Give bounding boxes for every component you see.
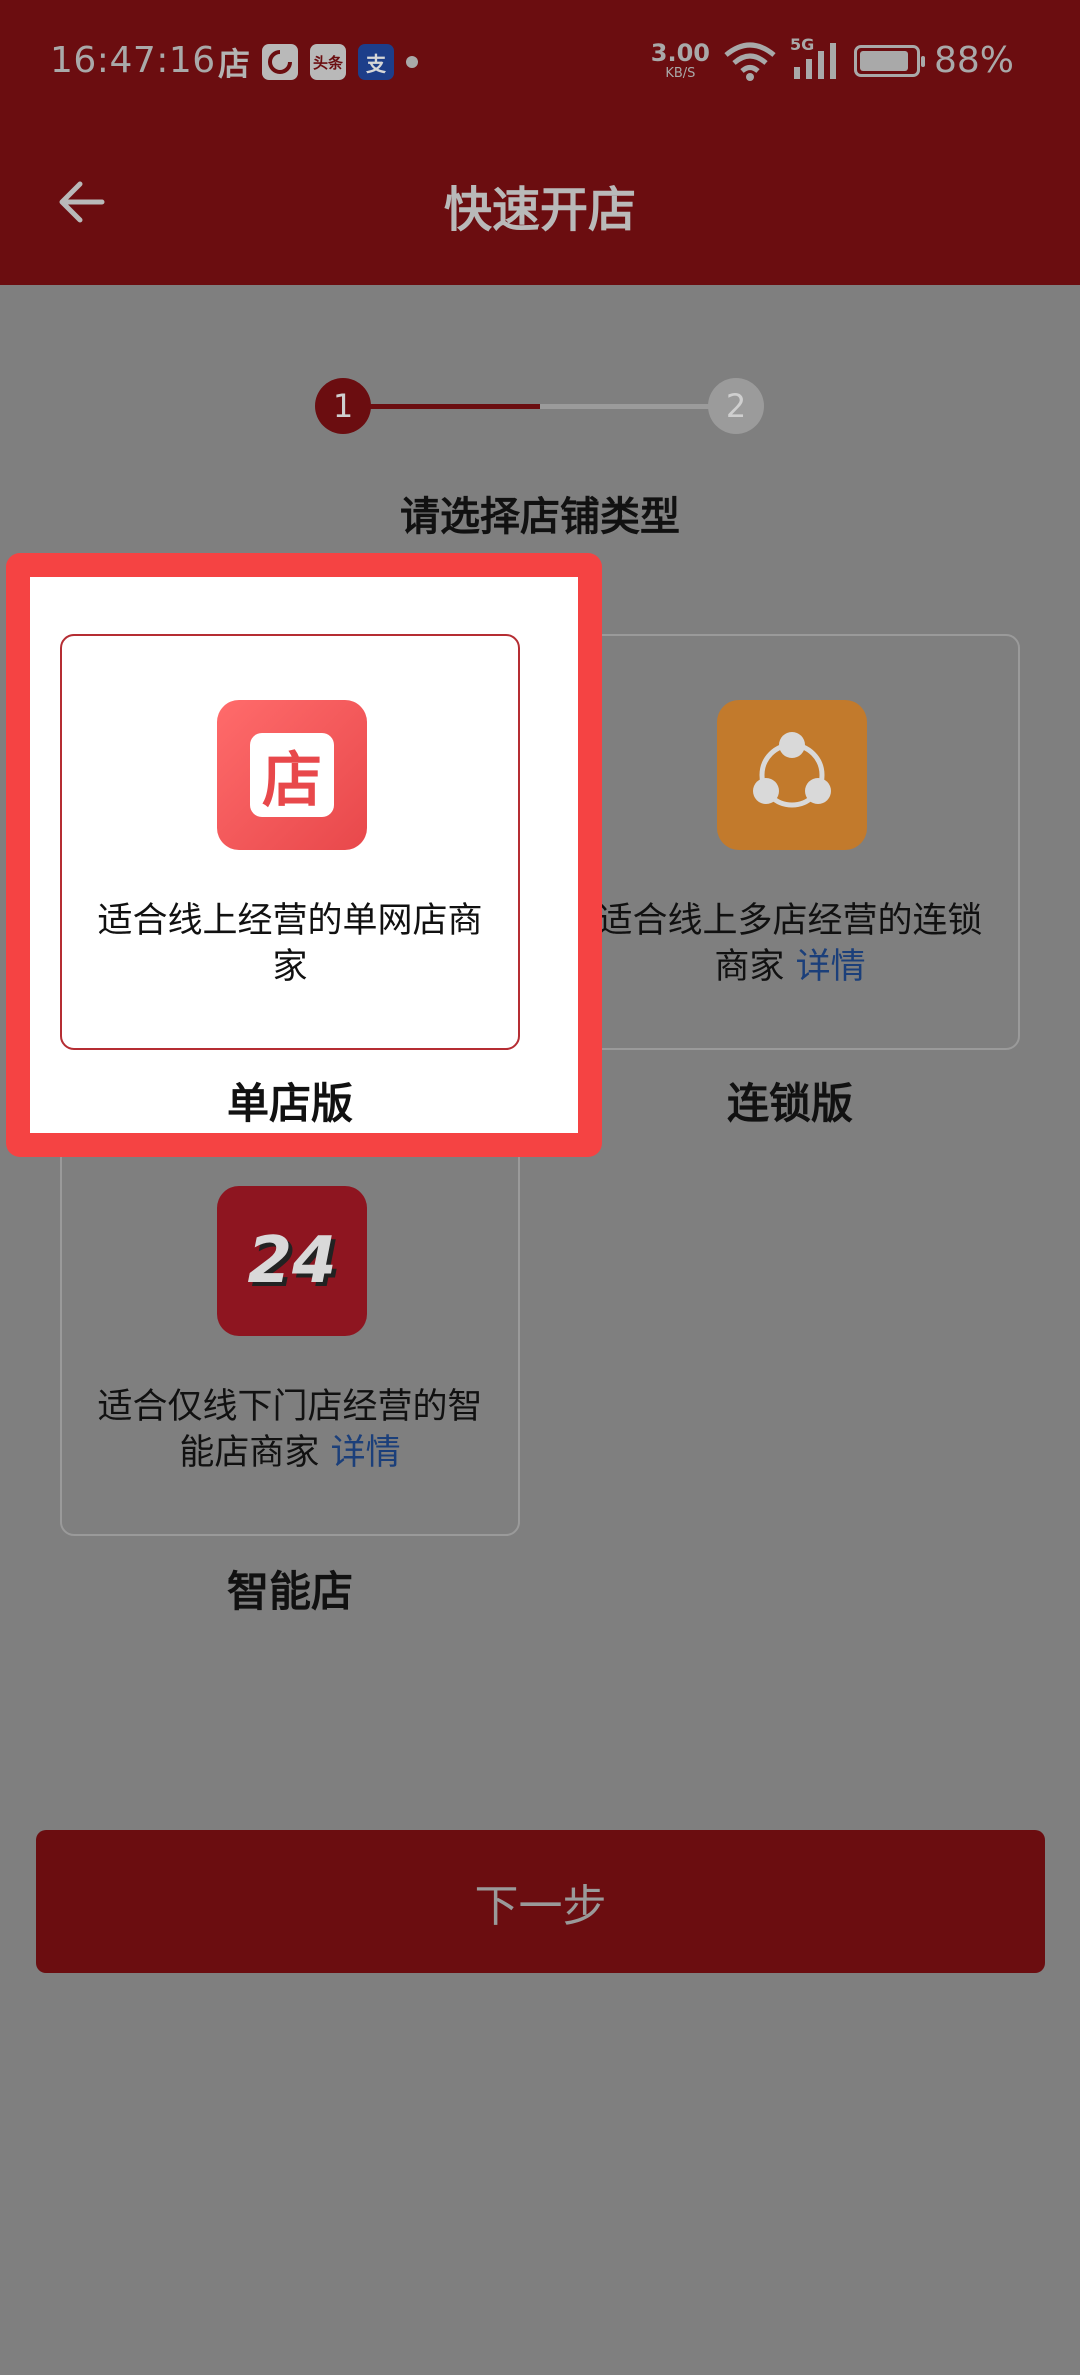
card-description: 适合线上经营的单网店商家 [62, 898, 518, 990]
details-link[interactable]: 详情 [796, 947, 866, 987]
store-app-icon: 店 [218, 45, 251, 83]
status-right: 3.00 KB/S 5G 88% [650, 35, 1014, 82]
card-description-text: 适合线上经营的单网店商家 [97, 901, 483, 987]
notification-icons: 店 头条 支 [218, 44, 418, 83]
store-type-card-single[interactable]: 店 适合线上经营的单网店商家 [60, 634, 520, 1050]
card-description: 适合仅线下门店经营的智能店商家 详情 [62, 1384, 518, 1476]
cellular-signal: 5G [790, 35, 840, 81]
status-bar: 16:47:16 店 头条 支 3.00 KB/S 5G 88% [0, 0, 1080, 125]
store-type-card-chain[interactable]: 适合线上多店经营的连锁商家 详情 [560, 634, 1020, 1050]
top-bar: 16:47:16 店 头条 支 3.00 KB/S 5G 88% 快速开店 [0, 0, 1080, 285]
alipay-app-icon: 支 [358, 44, 394, 80]
store-icon-glyph: 店 [250, 733, 334, 817]
status-time: 16:47:16 [50, 40, 216, 81]
toutiao-app-icon: 头条 [310, 44, 346, 80]
signal-bars-icon [793, 42, 836, 79]
stepper-progress-line [368, 404, 540, 409]
battery-fill [859, 50, 908, 71]
refresh-app-icon [262, 44, 298, 80]
store-type-card-smart[interactable]: 24 适合仅线下门店经营的智能店商家 详情 [60, 1120, 520, 1536]
page-title: 快速开店 [443, 182, 636, 238]
card-title-chain: 连锁版 [726, 1079, 853, 1128]
card-title-single: 单店版 [226, 1079, 353, 1128]
net-speed: 3.00 KB/S [650, 39, 710, 81]
card-title-smart: 智能店 [226, 1567, 353, 1616]
details-link[interactable]: 详情 [331, 1433, 401, 1473]
wifi-icon [724, 42, 776, 81]
network-share-icon [717, 700, 867, 850]
battery-percent: 88% [933, 40, 1014, 81]
battery-icon [853, 44, 925, 77]
more-notifications-dot-icon [406, 56, 418, 68]
card-description: 适合线上多店经营的连锁商家 详情 [562, 898, 1018, 990]
step-1-indicator: 1 [315, 378, 371, 434]
card-description-text: 适合线上多店经营的连锁商家 [597, 901, 983, 987]
24-hour-icon: 24 [217, 1186, 367, 1336]
next-step-button[interactable]: 下一步 [36, 1830, 1045, 1973]
24-hour-icon-label: 24 [247, 1224, 337, 1298]
step-2-indicator: 2 [708, 378, 764, 434]
store-type-prompt: 请选择店铺类型 [400, 494, 680, 540]
store-icon: 店 [217, 700, 367, 850]
card-description-text: 适合仅线下门店经营的智能店商家 [97, 1387, 483, 1473]
stepper-remaining-line [540, 404, 710, 409]
